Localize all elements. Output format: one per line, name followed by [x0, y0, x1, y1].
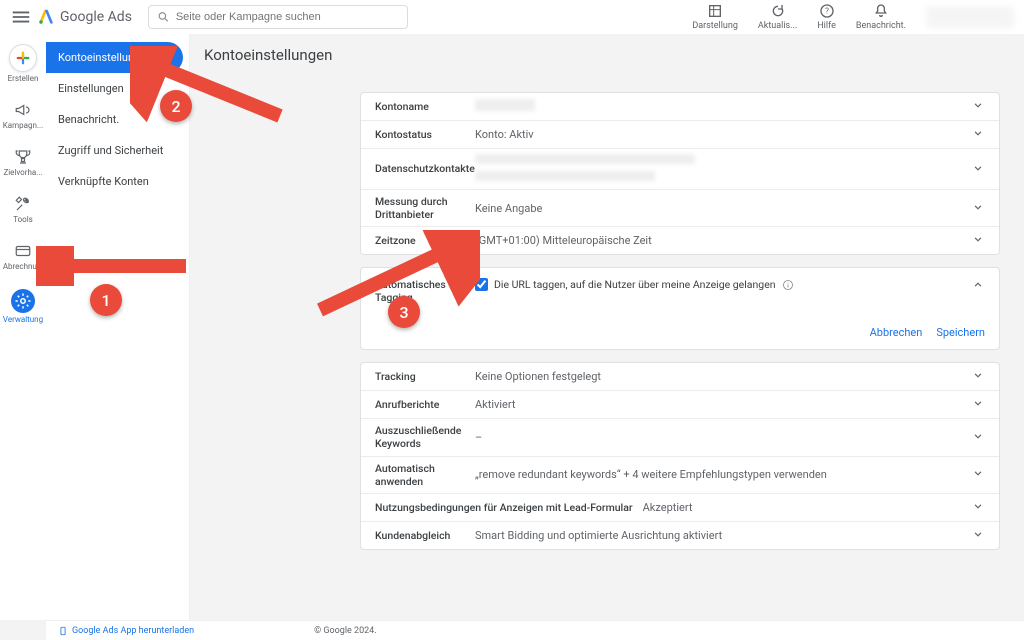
- download-app-link[interactable]: Google Ads App herunterladen: [58, 626, 194, 636]
- sidebar-settings[interactable]: Einstellungen: [46, 73, 183, 104]
- account-panel: Kontoname Kontostatus Konto: Aktiv Daten…: [360, 92, 1000, 255]
- account-info-redacted[interactable]: [926, 6, 1014, 28]
- rail-billing[interactable]: Abrechnu...: [0, 238, 46, 275]
- search-box[interactable]: [148, 5, 408, 29]
- search-icon: [157, 10, 170, 24]
- google-ads-logo[interactable]: Google Ads: [38, 9, 132, 25]
- chevron-down-icon: [971, 232, 985, 249]
- cancel-button[interactable]: Abbrechen: [870, 326, 923, 339]
- trophy-icon: [14, 148, 32, 166]
- settings-panel-2: Tracking Keine Optionen festgelegt Anruf…: [360, 362, 1000, 550]
- help-button[interactable]: ? Hilfe: [817, 3, 836, 31]
- chevron-down-icon: [971, 368, 985, 385]
- header-right: Darstellung Aktualis... ? Hilfe Benachri…: [692, 3, 1014, 31]
- chevron-down-icon: [971, 499, 985, 516]
- row-thirdparty-measurement[interactable]: Messung durch Drittanbieter Keine Angabe: [361, 190, 999, 227]
- chevron-down-icon: [971, 200, 985, 217]
- refresh-icon: [770, 3, 786, 19]
- notifications-button[interactable]: Benachricht.: [856, 3, 906, 31]
- gear-icon: [14, 292, 32, 310]
- save-button[interactable]: Speichern: [936, 326, 985, 339]
- main-content: Kontoeinstellungen Kontoname Kontostatus…: [190, 34, 1024, 620]
- ads-logo-icon: [38, 9, 54, 25]
- copyright: © Google 2024.: [314, 626, 377, 636]
- card-icon: [14, 242, 32, 260]
- appearance-icon: [707, 3, 723, 19]
- phone-icon: [58, 626, 68, 636]
- sidebar-account-settings[interactable]: Kontoeinstellungen: [46, 42, 183, 73]
- auto-tagging-checkbox[interactable]: [475, 278, 488, 291]
- megaphone-icon: [14, 101, 32, 119]
- row-privacy-contacts[interactable]: Datenschutzkontakte: [361, 149, 999, 190]
- svg-text:?: ?: [825, 7, 829, 16]
- chevron-down-icon: [971, 396, 985, 413]
- rail-goals[interactable]: Zielvorha...: [0, 144, 46, 181]
- search-input[interactable]: [176, 11, 399, 23]
- chevron-down-icon: [971, 527, 985, 544]
- chevron-down-icon: [971, 126, 985, 143]
- chevron-down-icon: [971, 466, 985, 483]
- refresh-button[interactable]: Aktualis...: [758, 3, 797, 31]
- row-tracking[interactable]: Tracking Keine Optionen festgelegt: [361, 363, 999, 391]
- info-icon[interactable]: [782, 279, 794, 291]
- bell-icon: [873, 3, 889, 19]
- rail-admin[interactable]: Verwaltung: [0, 285, 46, 328]
- row-timezone[interactable]: Zeitzone (GMT+01:00) Mitteleuropäische Z…: [361, 227, 999, 254]
- sidebar-access-security[interactable]: Zugriff und Sicherheit: [46, 135, 183, 166]
- brand-name: Google Ads: [60, 9, 132, 25]
- auto-tagging-label: Automatisches Tagging: [375, 278, 475, 304]
- auto-tagging-panel: Automatisches Tagging Die URL taggen, au…: [360, 267, 1000, 350]
- chevron-up-icon[interactable]: [971, 278, 985, 295]
- rail-campaigns[interactable]: Kampagn...: [0, 97, 46, 134]
- row-customer-match[interactable]: Kundenabgleich Smart Bidding und optimie…: [361, 522, 999, 549]
- row-auto-apply[interactable]: Automatisch anwenden „remove redundant k…: [361, 457, 999, 494]
- help-icon: ?: [819, 3, 835, 19]
- rail-tools[interactable]: Tools: [0, 191, 46, 228]
- app-header: Google Ads Darstellung Aktualis... ? Hil…: [0, 0, 1024, 34]
- chevron-down-icon: [971, 161, 985, 178]
- hamburger-icon[interactable]: [10, 6, 32, 28]
- sidebar-linked-accounts[interactable]: Verknüpfte Konten: [46, 166, 183, 197]
- tools-icon: [14, 195, 32, 213]
- row-account-status[interactable]: Kontostatus Konto: Aktiv: [361, 121, 999, 149]
- chevron-down-icon: [971, 98, 985, 115]
- left-rail: Erstellen Kampagn... Zielvorha... Tools …: [0, 34, 46, 620]
- sidebar: Kontoeinstellungen Einstellungen Benachr…: [46, 34, 190, 620]
- appearance-button[interactable]: Darstellung: [692, 3, 738, 31]
- row-leadform-terms[interactable]: Nutzungsbedingungen für Anzeigen mit Lea…: [361, 494, 999, 522]
- plus-icon: [14, 49, 32, 67]
- page-title: Kontoeinstellungen: [204, 46, 1000, 64]
- row-call-reports[interactable]: Anrufberichte Aktiviert: [361, 391, 999, 419]
- chevron-down-icon: [971, 429, 985, 446]
- row-account-name[interactable]: Kontoname: [361, 93, 999, 121]
- auto-tagging-checkbox-wrap[interactable]: Die URL taggen, auf die Nutzer über mein…: [475, 278, 794, 291]
- app-footer: Google Ads App herunterladen © Google 20…: [46, 620, 1024, 640]
- rail-create[interactable]: Erstellen: [0, 40, 46, 87]
- row-negative-keywords[interactable]: Auszuschließende Keywords –: [361, 419, 999, 456]
- sidebar-notifications[interactable]: Benachricht.: [46, 104, 183, 135]
